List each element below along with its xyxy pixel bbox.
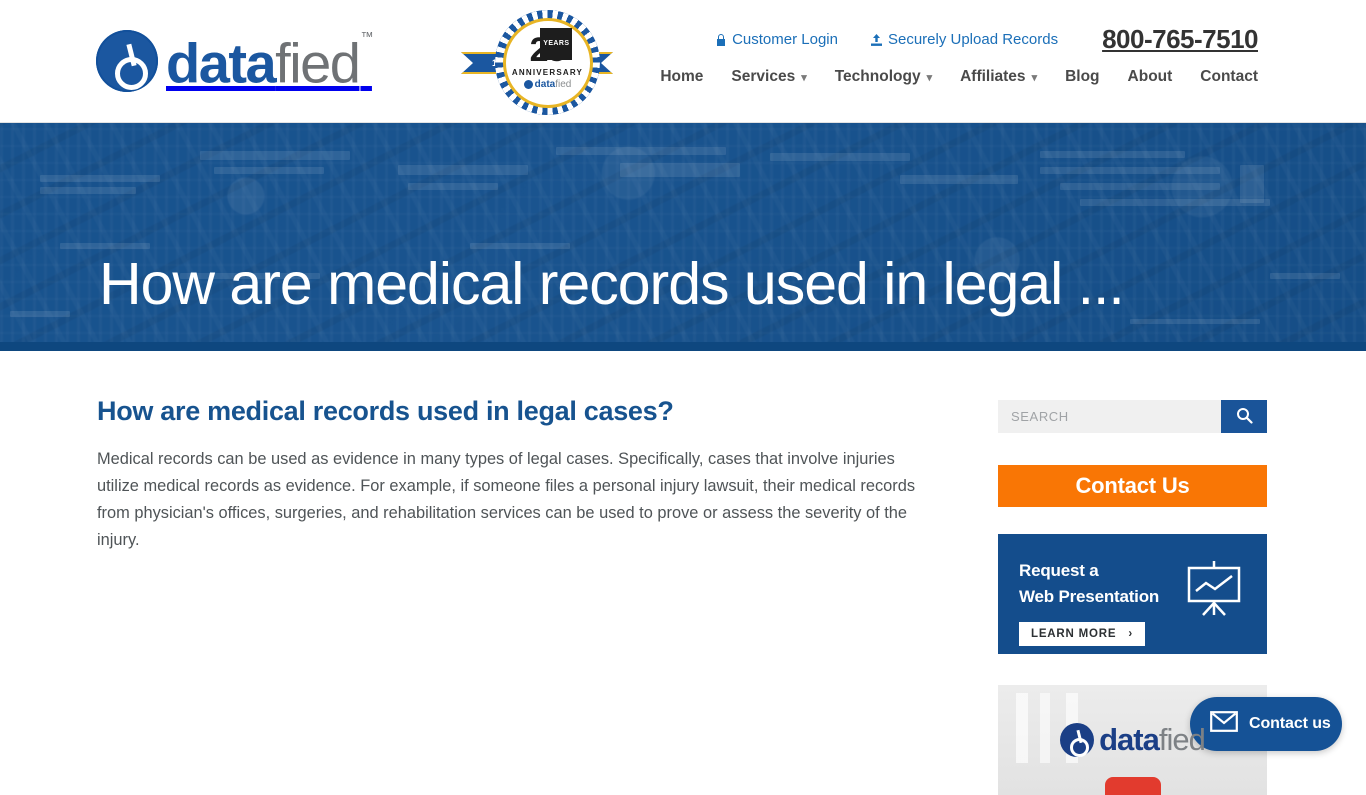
search-form — [998, 400, 1267, 433]
learn-more-label: LEARN MORE — [1031, 628, 1117, 640]
main-navigation: Home Services ▾ Technology ▾ Affiliates ▾ B… — [660, 68, 1258, 86]
badge-inner: 25 YEARS ANNIVERSARY datafied — [502, 17, 593, 108]
badge-brand-light: fied — [555, 79, 572, 90]
secure-upload-link[interactable]: Securely Upload Records — [870, 31, 1058, 48]
badge-brand: datafied — [523, 79, 572, 90]
play-button-icon[interactable] — [1104, 777, 1161, 795]
nav-item-technology[interactable]: Technology ▾ — [835, 68, 932, 86]
datafied-logo-icon — [96, 30, 158, 93]
page-title: How are medical records used in legal ca… — [97, 396, 674, 426]
badge-seal: 25 YEARS ANNIVERSARY datafied — [495, 10, 600, 115]
nav-label-contact: Contact — [1200, 68, 1258, 85]
logo-wordmark: datafied™ — [166, 28, 373, 95]
article-column: How are medical records used in legal ca… — [97, 396, 957, 554]
nav-item-blog[interactable]: Blog — [1065, 68, 1099, 86]
chevron-right-icon: › — [1128, 628, 1133, 640]
utility-links: Customer Login Securely Upload Records 8… — [715, 24, 1258, 55]
site-logo[interactable]: datafied™ — [96, 28, 373, 95]
presentation-chart-icon — [1183, 560, 1245, 623]
chevron-down-icon: ▾ — [801, 71, 807, 84]
video-logo-data: data — [1099, 722, 1160, 757]
site-header: datafied™ 1993 2018 25 YEARS ANNIVERSARY… — [0, 0, 1366, 123]
hero-bottom-bar — [0, 342, 1366, 351]
nav-label-services: Services — [731, 68, 796, 85]
badge-anniversary-label: ANNIVERSARY — [511, 68, 584, 77]
search-input[interactable] — [998, 400, 1221, 433]
badge-brand-logo-icon — [523, 80, 533, 89]
contact-us-chat-widget[interactable]: Contact us — [1190, 697, 1342, 751]
video-logo-fied: fied — [1158, 722, 1206, 757]
article-body: Medical records can be used as evidence … — [97, 450, 916, 549]
nav-label-technology: Technology — [834, 68, 921, 85]
nav-label-home: Home — [660, 68, 704, 85]
upload-icon — [870, 33, 883, 47]
nav-item-home[interactable]: Home — [660, 68, 703, 86]
chevron-down-icon: ▾ — [926, 71, 933, 84]
badge-number: 25 YEARS — [530, 28, 573, 67]
nav-item-services[interactable]: Services ▾ — [731, 68, 806, 86]
nav-label-blog: Blog — [1065, 68, 1100, 85]
search-icon — [1236, 407, 1253, 427]
phone-number[interactable]: 800-765-7510 — [1102, 24, 1258, 55]
hero-banner: How are medical records used in legal ..… — [0, 123, 1366, 351]
search-submit-button[interactable] — [1221, 400, 1267, 433]
nav-item-about[interactable]: About — [1128, 68, 1173, 86]
badge-years-label: YEARS — [540, 28, 573, 60]
envelope-icon — [1210, 711, 1238, 737]
anniversary-badge: 1993 2018 25 YEARS ANNIVERSARY datafied — [461, 8, 611, 116]
secure-upload-label: Securely Upload Records — [887, 31, 1059, 48]
chat-widget-label: Contact us — [1249, 715, 1331, 732]
badge-brand-text: datafied — [535, 79, 572, 90]
nav-item-contact[interactable]: Contact — [1200, 68, 1258, 86]
video-datafied-logo: datafied — [1060, 722, 1206, 757]
logo-trademark-symbol: ™ — [360, 29, 373, 44]
customer-login-label: Customer Login — [732, 31, 838, 48]
nav-item-affiliates[interactable]: Affiliates ▾ — [960, 68, 1037, 86]
chevron-down-icon: ▾ — [1031, 71, 1038, 84]
learn-more-button[interactable]: LEARN MORE › — [1019, 622, 1145, 646]
logo-fied-text: fied — [275, 31, 361, 95]
web-presentation-promo-card[interactable]: Request a Web Presentation LEARN MORE › — [998, 534, 1267, 654]
lock-icon — [715, 33, 727, 47]
nav-label-affiliates: Affiliates — [960, 68, 1026, 85]
customer-login-link[interactable]: Customer Login — [715, 31, 838, 48]
badge-brand-bold: data — [534, 79, 556, 90]
nav-label-about: About — [1127, 68, 1173, 85]
hero-title: How are medical records used in legal ..… — [99, 251, 1125, 317]
contact-us-button[interactable]: Contact Us — [998, 465, 1267, 507]
video-logo-wordmark: datafied — [1099, 722, 1206, 757]
logo-data-text: data — [166, 31, 277, 95]
datafied-logo-icon — [1060, 723, 1095, 757]
